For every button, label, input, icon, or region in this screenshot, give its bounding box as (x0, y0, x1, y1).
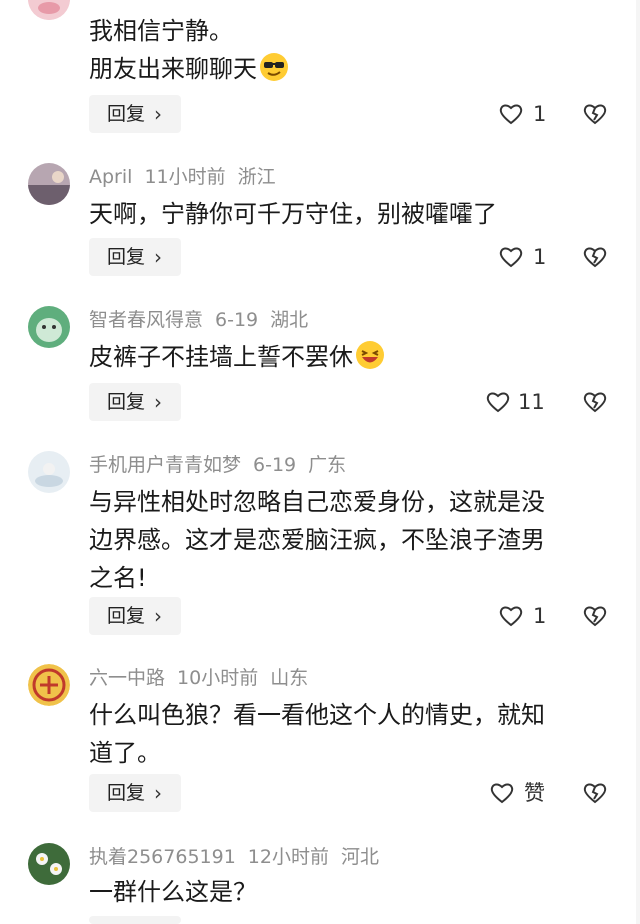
broken-heart-icon[interactable] (582, 603, 608, 629)
laughing-emoji-icon (356, 341, 384, 369)
comment-line: 一群什么这是？ (89, 878, 257, 906)
comment-meta: 智者春风得意 6-19 湖北 (89, 308, 308, 332)
comment-line: 皮裤子不挂墙上誓不罢休 (89, 338, 609, 376)
reply-button[interactable]: 回复 › (89, 597, 181, 635)
comment-text: 天啊，宁静你可千万守住，别被嚯嚯了 (89, 195, 609, 233)
broken-heart-icon[interactable] (582, 389, 608, 415)
comment-text: 一群什么这是？ (89, 873, 609, 911)
comment-line: 什么叫色狼？看一看他这个人的情史，就知 (89, 701, 545, 729)
reply-button[interactable]: 回复 › (89, 383, 181, 421)
chevron-right-icon: › (154, 781, 162, 805)
reply-button[interactable]: 回复 › (89, 774, 181, 812)
chevron-right-icon: › (154, 604, 162, 628)
avatar[interactable] (28, 306, 70, 348)
like-count: 11 (518, 390, 545, 414)
comment-line: 之名! (89, 564, 147, 592)
heart-outline-icon[interactable] (498, 603, 524, 629)
timestamp: 6-19 (215, 309, 259, 331)
comment-meta: April 11小时前 浙江 (89, 165, 276, 189)
location: 湖北 (270, 309, 309, 331)
broken-heart-icon[interactable] (582, 101, 608, 127)
comment-line: 与异性相处时忽略自己恋爱身份，这就是没 (89, 488, 545, 516)
heart-outline-icon[interactable] (489, 780, 515, 806)
comment-meta: 六一中路 10小时前 山东 (89, 666, 308, 690)
username[interactable]: 六一中路 (89, 667, 165, 689)
scrollbar[interactable] (636, 0, 640, 924)
username[interactable]: 执着256765191 (89, 846, 236, 868)
heart-outline-icon[interactable] (498, 244, 524, 270)
chevron-right-icon: › (154, 102, 162, 126)
timestamp: 6-19 (253, 454, 297, 476)
comment-meta: 手机用户青青如梦 6-19 广东 (89, 453, 346, 477)
reply-button[interactable]: 回复 › (89, 95, 181, 133)
like-count: 1 (533, 102, 547, 126)
timestamp: 11小时前 (144, 166, 226, 188)
location: 山东 (270, 667, 309, 689)
username[interactable]: 智者春风得意 (89, 309, 203, 331)
chevron-right-icon: › (154, 390, 162, 414)
comment-text: 皮裤子不挂墙上誓不罢休 (89, 338, 609, 376)
comment-line: 道了。 (89, 739, 161, 767)
comment-meta: 执着256765191 12小时前 河北 (89, 845, 379, 869)
timestamp: 12小时前 (247, 846, 329, 868)
heart-outline-icon[interactable] (485, 389, 511, 415)
avatar[interactable] (28, 843, 70, 885)
avatar[interactable] (28, 451, 70, 493)
comment-text: 什么叫色狼？看一看他这个人的情史，就知 道了。 (89, 696, 609, 772)
avatar[interactable] (28, 664, 70, 706)
like-count: 1 (533, 604, 547, 628)
chevron-right-icon: › (154, 245, 162, 269)
avatar[interactable] (28, 0, 70, 20)
location: 广东 (308, 454, 347, 476)
location: 河北 (340, 846, 379, 868)
timestamp: 10小时前 (177, 667, 259, 689)
reply-button[interactable]: 回复 › (89, 238, 181, 276)
username[interactable]: April (89, 166, 132, 188)
comment-line: 天啊，宁静你可千万守住，别被嚯嚯了 (89, 200, 497, 228)
cool-sunglasses-emoji-icon (260, 53, 288, 81)
comment-line: 朋友出来聊聊天 (89, 50, 609, 88)
comment-text: 与异性相处时忽略自己恋爱身份，这就是没 边界感。这才是恋爱脑汪疯，不坠浪子渣男 … (89, 483, 609, 597)
like-count: 赞 (524, 781, 545, 805)
heart-outline-icon[interactable] (498, 101, 524, 127)
reply-button[interactable] (89, 916, 181, 924)
location: 浙江 (237, 166, 276, 188)
avatar[interactable] (28, 163, 70, 205)
broken-heart-icon[interactable] (582, 780, 608, 806)
like-count: 1 (533, 245, 547, 269)
comment-line: 我相信宁静。 (89, 17, 233, 45)
comment-text: 我相信宁静。 朋友出来聊聊天 (89, 12, 609, 88)
comment-line: 边界感。这才是恋爱脑汪疯，不坠浪子渣男 (89, 526, 545, 554)
username[interactable]: 手机用户青青如梦 (89, 454, 241, 476)
broken-heart-icon[interactable] (582, 244, 608, 270)
